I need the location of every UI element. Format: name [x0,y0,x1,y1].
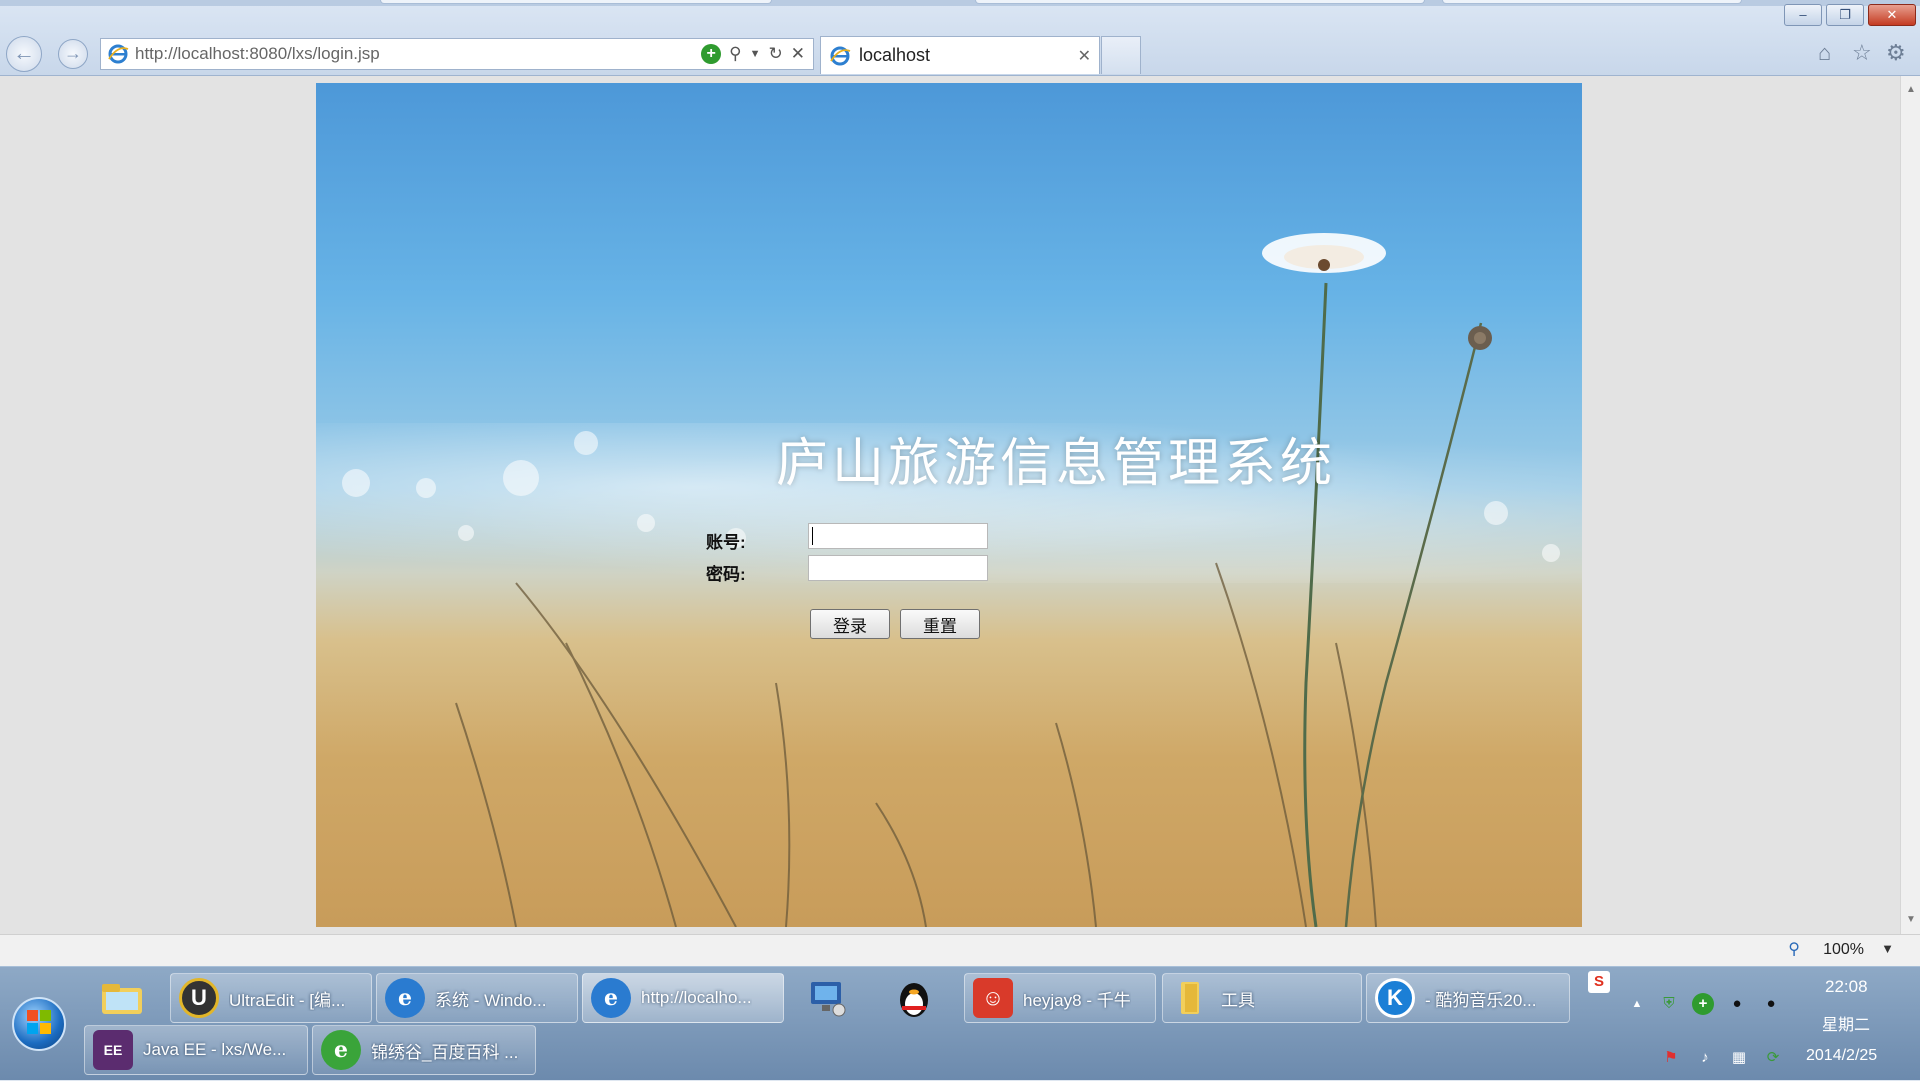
show-hidden-icons-arrow[interactable]: ▲ [1626,993,1648,1015]
dropdown-arrow-icon[interactable]: ▼ [750,48,761,60]
search-icon[interactable]: ⚲ [729,44,741,64]
text-caret [808,523,988,549]
ie-icon: e [385,978,425,1018]
network-icon[interactable]: ▦ [1728,1047,1750,1069]
browser-green-icon: e [321,1030,361,1070]
vertical-scrollbar[interactable]: ▲ ▼ [1900,76,1920,934]
update-icon[interactable]: ⟳ [1762,1047,1784,1069]
favorites-star-icon[interactable]: ☆ [1852,40,1872,66]
qianniu-icon: ☺ [973,978,1013,1018]
folder-icon [1181,982,1199,1014]
clock-weekday[interactable]: 星期二 [1822,1011,1870,1035]
home-icon[interactable]: ⌂ [1818,40,1831,66]
address-text: http://localhost:8080/lxs/login.jsp [135,44,380,63]
system-title: 庐山旅游信息管理系统 [776,434,1337,494]
qq-tray-icon-2[interactable]: ● [1760,993,1782,1015]
login-background-image: 庐山旅游信息管理系统 账号: 密码: 登录 重置 [316,83,1582,927]
scroll-down-arrow-icon[interactable]: ▼ [1901,910,1920,930]
background-window-edge [975,0,1425,4]
ie-icon: e [591,978,631,1018]
close-window-button[interactable]: ✕ [1868,4,1916,26]
monitor-icon [811,982,846,1017]
background-window-edge [1442,0,1742,4]
reset-button[interactable]: 重置 [900,609,980,639]
zoom-magnifier-icon[interactable]: ⚲ [1788,939,1800,959]
taskbar-tools-folder[interactable]: 工具 [1162,973,1362,1023]
tab-close-icon[interactable]: ✕ [1078,46,1091,66]
ultraedit-icon: U [179,978,219,1018]
java-ee-icon: EE [93,1030,133,1070]
windows-logo-icon [27,1010,51,1034]
taskbar-qq[interactable] [886,973,942,1023]
restore-button[interactable]: ❐ [1826,4,1864,26]
sogou-ime-icon[interactable]: S [1588,971,1610,993]
taskbar-qianniu[interactable]: ☺ heyjay8 - 千牛 [964,973,1156,1023]
action-center-flag-icon[interactable]: ⚑ [1660,1047,1682,1069]
tools-gear-icon[interactable]: ⚙ [1886,40,1906,66]
scroll-up-arrow-icon[interactable]: ▲ [1901,80,1920,100]
qq-tray-icon[interactable]: ● [1726,993,1748,1015]
ie-tab-icon [830,46,851,65]
tab-localhost[interactable]: localhost ✕ [820,36,1100,74]
clock-date[interactable]: 2014/2/25 [1806,1047,1877,1065]
browser-status-bar: ⚲ 100% ▼ [0,934,1920,966]
clock-time[interactable]: 22:08 [1825,977,1868,997]
stop-icon[interactable]: ✕ [791,44,805,64]
kugou-icon: K [1375,978,1415,1018]
windows-taskbar: U UltraEdit - [编... e 系统 - Windo... e ht… [0,966,1920,1080]
back-button[interactable]: ← [6,36,42,72]
add-green-icon[interactable]: + [1692,993,1714,1015]
background-window-edge [380,0,772,4]
taskbar-ie-localhost[interactable]: e http://localho... [582,973,784,1023]
ie-page-icon [108,44,129,64]
page-viewport: 庐山旅游信息管理系统 账号: 密码: 登录 重置 ▲ ▼ [0,76,1920,934]
taskbar-explorer-folder[interactable] [94,973,150,1023]
refresh-icon[interactable]: ↻ [769,44,783,64]
new-tab-button[interactable] [1101,36,1141,74]
security-shield-icon[interactable]: ⛨ [1658,993,1680,1015]
taskbar-ultraedit[interactable]: U UltraEdit - [编... [170,973,372,1023]
browser-chrome: – ❐ ✕ ← → http://localhost:8080/lxs/logi… [0,0,1920,76]
dandelion-flower [1262,233,1386,273]
back-arrow-icon: ← [13,40,35,65]
add-on-icon[interactable]: + [701,44,722,64]
password-label: 密码: [706,565,746,584]
taskbar-java-ee[interactable]: EE Java EE - lxs/We... [84,1025,308,1075]
password-input[interactable] [808,555,988,581]
taskbar-kugou-music[interactable]: K - 酷狗音乐20... [1366,973,1570,1023]
volume-speaker-icon[interactable]: ♪ [1694,1047,1716,1069]
forward-button[interactable]: → [58,39,88,69]
folder-icon [102,984,142,1014]
qq-penguin-icon [900,983,928,1017]
account-label: 账号: [706,533,746,552]
taskbar-remote-desktop[interactable] [800,973,856,1023]
zoom-dropdown-arrow-icon[interactable]: ▼ [1881,941,1894,956]
zoom-level[interactable]: 100% [1823,941,1864,959]
tab-title: localhost [859,45,931,65]
minimize-button[interactable]: – [1784,4,1822,26]
login-button[interactable]: 登录 [810,609,890,639]
taskbar-baidu-baike[interactable]: e 锦绣谷_百度百科 ... [312,1025,536,1075]
forward-arrow-icon: → [64,43,82,63]
taskbar-ie-system[interactable]: e 系统 - Windo... [376,973,578,1023]
address-bar[interactable]: http://localhost:8080/lxs/login.jsp + ⚲ … [100,38,814,70]
meadow-flower-illustration [342,233,1560,927]
start-button[interactable] [12,997,66,1051]
